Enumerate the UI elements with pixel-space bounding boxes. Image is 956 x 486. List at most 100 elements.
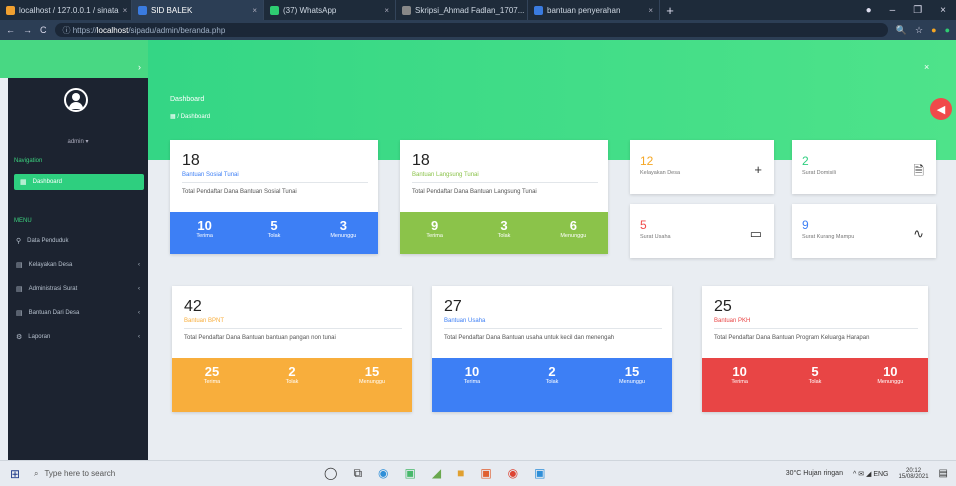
- search-input[interactable]: Type here to search: [44, 469, 115, 478]
- stat-value: 3: [339, 218, 347, 233]
- browser-tab[interactable]: bantuan penyerahan ×: [528, 0, 660, 20]
- stat-card[interactable]: 18 Bantuan Langsung Tunai Total Pendaftar …: [400, 140, 608, 254]
- browser-tab[interactable]: (37) WhatsApp ×: [264, 0, 396, 20]
- sidebar-item-dashboard[interactable]: ▦ Dashboard: [14, 174, 144, 190]
- taskbar-app-icon[interactable]: ▣: [534, 466, 545, 481]
- taskbar-app-icon[interactable]: ◢: [432, 466, 441, 481]
- browser-tab[interactable]: localhost / 127.0.0.1 / sinata ×: [0, 0, 132, 20]
- back-icon[interactable]: ←: [6, 25, 15, 35]
- chevron-left-icon: ‹: [138, 310, 140, 316]
- minimize-button[interactable]: –: [890, 5, 896, 16]
- browser-tab[interactable]: SID BALEK ×: [132, 0, 264, 20]
- taskbar-app-icon[interactable]: ■: [457, 466, 464, 481]
- sidebar-item-label: Administrasi Surat: [28, 286, 78, 292]
- card-total: 18: [412, 152, 430, 169]
- breadcrumb-current[interactable]: Dashboard: [181, 114, 210, 120]
- card-stat: 10 Terima: [702, 364, 777, 412]
- system-tray: 30°C Hujan ringan ^ ✉ ◢ ENG 20:12 15/08/…: [786, 468, 956, 480]
- breadcrumb-separator: /: [177, 114, 180, 120]
- stat-label: Menunggu: [330, 233, 357, 239]
- new-tab-button[interactable]: +: [660, 3, 680, 18]
- clock[interactable]: 20:12 15/08/2021: [899, 468, 929, 480]
- card-footer: 10 Terima 5 Tolak 10 Menunggu: [702, 358, 928, 412]
- taskbar-app-icon[interactable]: ▣: [405, 466, 416, 481]
- card-stat: 15 Menunggu: [332, 364, 412, 412]
- summary-card[interactable]: 12 Kelayakan Desa +: [630, 140, 774, 194]
- stat-value: 5: [270, 218, 278, 233]
- breadcrumb: ▦ / Dashboard: [170, 113, 210, 120]
- card-divider: [184, 328, 402, 329]
- dashboard-icon: ▦: [170, 114, 176, 120]
- zoom-icon[interactable]: 🔍: [896, 25, 907, 36]
- tab-close-icon[interactable]: ×: [648, 6, 653, 15]
- sidebar-item[interactable]: ▤ Administrasi Surat ‹: [16, 282, 146, 296]
- sidebar-section-menu: MENU: [14, 218, 32, 224]
- tab-title: Skripsi_Ahmad Fadlan_1707...: [415, 5, 525, 15]
- sidebar-username[interactable]: admin ▾: [8, 138, 148, 145]
- settings-fab-button[interactable]: ◀: [930, 98, 952, 120]
- summary-count: 9: [802, 218, 809, 232]
- taskbar-app-icon[interactable]: ◉: [378, 466, 388, 481]
- sidebar-toggle-icon[interactable]: ›: [138, 62, 141, 72]
- notification-icon[interactable]: ▤: [939, 468, 948, 479]
- card-divider: [714, 328, 918, 329]
- extension-icon[interactable]: ●: [931, 25, 936, 35]
- search-icon: ⌕: [34, 468, 39, 478]
- browser-tab-bar: localhost / 127.0.0.1 / sinata × SID BALEK…: [0, 0, 956, 20]
- clock-date: 15/08/2021: [898, 473, 929, 480]
- weather-widget[interactable]: 30°C Hujan ringan: [786, 470, 843, 477]
- sidebar-brand-area: [0, 40, 148, 78]
- summary-card[interactable]: 5 Surat Usaha ▭: [630, 204, 774, 258]
- stat-value: 15: [364, 364, 380, 379]
- taskbar-app-icon[interactable]: ◯: [324, 466, 337, 481]
- card-footer: 10 Terima 5 Tolak 3 Menunggu: [170, 212, 378, 254]
- forward-icon[interactable]: →: [23, 25, 32, 35]
- sidebar-item[interactable]: ▤ Kelayakan Desa ‹: [16, 258, 146, 272]
- stat-card[interactable]: 27 Bantuan Usaha Total Pendaftar Dana Bant…: [432, 286, 672, 412]
- stat-value: 9: [431, 218, 439, 233]
- taskbar-app-icon[interactable]: ◉: [508, 466, 518, 481]
- stat-label: Tolak: [267, 233, 281, 239]
- sidebar-item[interactable]: ⚲ Data Penduduk: [16, 234, 146, 248]
- summary-icon: ∿: [913, 226, 924, 241]
- close-icon[interactable]: ×: [924, 62, 929, 72]
- summary-card[interactable]: 2 Surat Domisili 🗎: [792, 140, 936, 194]
- start-button[interactable]: ⊞: [10, 467, 20, 481]
- stat-label: Terima: [426, 233, 443, 239]
- card-description: Total Pendaftar Dana Bantuan bantuan pan…: [184, 335, 336, 341]
- card-total: 27: [444, 298, 462, 315]
- menu-item-icon: ▤: [16, 286, 23, 293]
- taskbar-app-icon[interactable]: ▣: [480, 466, 491, 481]
- card-subtitle: Bantuan PKH: [714, 318, 751, 324]
- taskbar-search[interactable]: ⌕ Type here to search: [34, 464, 174, 484]
- url-input[interactable]: ⓘ https://localhost/sipadu/admin/beranda…: [54, 23, 888, 37]
- profile-icon[interactable]: ●: [866, 5, 872, 16]
- user-avatar-icon[interactable]: [64, 88, 88, 112]
- tab-close-icon[interactable]: ×: [123, 6, 128, 15]
- stat-label: Tolak: [545, 379, 559, 385]
- tab-favicon-icon: [270, 5, 279, 15]
- extension-icon[interactable]: ●: [945, 25, 950, 35]
- tab-title: localhost / 127.0.0.1 / sinata: [19, 5, 119, 15]
- url-prefix: ⓘ https://: [62, 25, 97, 35]
- card-footer: 25 Terima 2 Tolak 15 Menunggu: [172, 358, 412, 412]
- stat-label: Tolak: [808, 379, 822, 385]
- stat-card[interactable]: 18 Bantuan Sosial Tunai Total Pendaftar Da…: [170, 140, 378, 254]
- reload-icon[interactable]: C: [40, 25, 47, 35]
- stat-value: 10: [732, 364, 747, 379]
- stat-value: 3: [500, 218, 508, 233]
- tab-close-icon[interactable]: ×: [384, 6, 389, 15]
- tab-close-icon[interactable]: ×: [252, 6, 257, 15]
- close-window-button[interactable]: ×: [940, 5, 946, 16]
- maximize-button[interactable]: ❐: [913, 5, 922, 16]
- sidebar-item[interactable]: ⚙ Laporan ‹: [16, 330, 146, 344]
- taskbar-app-icon[interactable]: ⧉: [353, 466, 362, 481]
- stat-card[interactable]: 25 Bantuan PKH Total Pendaftar Dana Bantua…: [702, 286, 928, 412]
- sidebar-item[interactable]: ▤ Bantuan Dari Desa ‹: [16, 306, 146, 320]
- stat-card[interactable]: 42 Bantuan BPNT Total Pendaftar Dana Bantu…: [172, 286, 412, 412]
- tray-icons[interactable]: ^ ✉ ◢ ENG: [853, 470, 889, 478]
- bookmark-star-icon[interactable]: ☆: [915, 25, 923, 36]
- summary-card[interactable]: 9 Surat Kurang Mampu ∿: [792, 204, 936, 258]
- browser-tab[interactable]: Skripsi_Ahmad Fadlan_1707...×: [396, 0, 528, 20]
- card-subtitle: Bantuan BPNT: [184, 318, 225, 324]
